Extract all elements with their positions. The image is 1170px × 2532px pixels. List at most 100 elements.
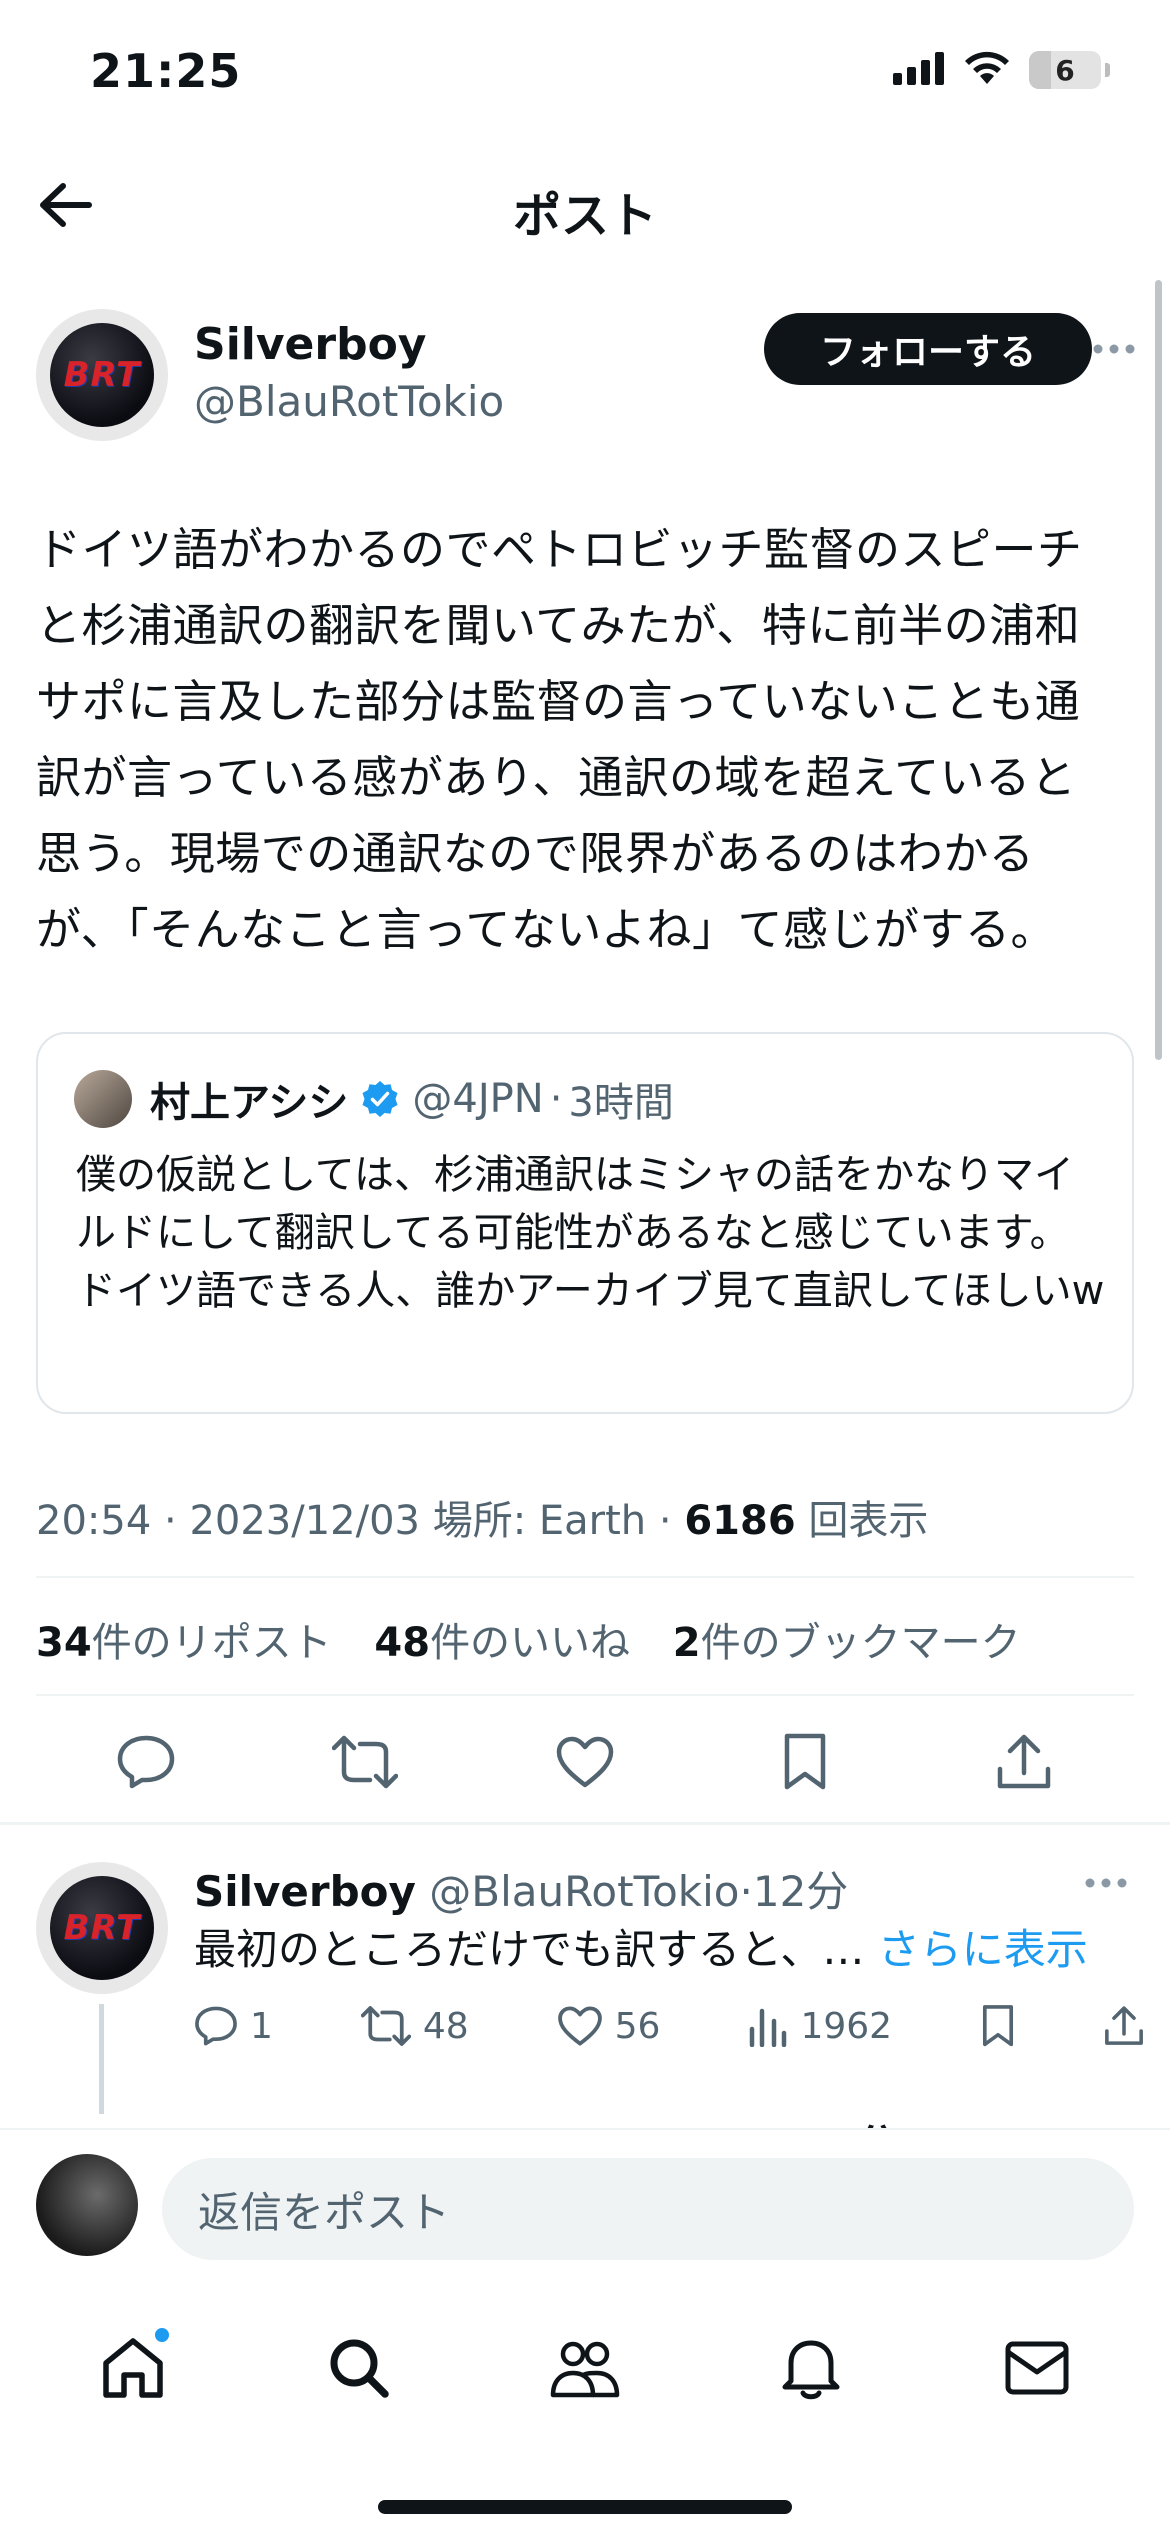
- reply-like-button[interactable]: 56: [557, 2005, 661, 2047]
- reply-repost-button[interactable]: 48: [360, 2005, 469, 2047]
- quote-time: 3時間: [568, 1080, 674, 1126]
- reply-header: Silverboy @BlauRotTokio·12分: [194, 1858, 848, 1919]
- more-options-button[interactable]: [1084, 329, 1144, 369]
- heart-icon: [556, 1736, 614, 1788]
- author-name[interactable]: Silverboy: [194, 319, 426, 370]
- reply-button[interactable]: [106, 1722, 186, 1802]
- status-time: 21:25: [90, 44, 242, 98]
- heart-icon: [557, 2006, 602, 2046]
- views-count: 6186: [684, 1498, 796, 1544]
- post-text-line: と杉浦通訳の翻訳を聞いてみたが、特に前半の浦和: [36, 599, 1081, 652]
- reply-reply-button[interactable]: 1: [194, 2005, 273, 2047]
- reposts-stat[interactable]: 34件のリポスト: [36, 1620, 332, 1666]
- wifi-icon: [963, 50, 1011, 90]
- post-date: 2023/12/03: [189, 1498, 420, 1544]
- post-text-line: 訳が言っている感があり、通訳の域を超えていると: [36, 751, 1077, 804]
- search-icon: [330, 2339, 389, 2398]
- reply-share-button[interactable]: [1104, 2005, 1144, 2047]
- bottom-tab-bar: [0, 2288, 1170, 2448]
- share-icon: [1105, 2006, 1143, 2045]
- more-horizontal-icon: [1085, 1878, 1127, 1888]
- reply-text: 最初のところだけでも訳すると、… さらに表示: [194, 1916, 1088, 1977]
- reply-text-content: 最初のところだけでも訳すると、…: [194, 1925, 865, 1974]
- home-icon: [103, 2338, 163, 2398]
- post-location[interactable]: 場所: Earth: [433, 1498, 646, 1544]
- post-text: ドイツ語がわかるのでペトロビッチ監督のスピーチ と杉浦通訳の翻訳を聞いてみたが、…: [36, 512, 1136, 968]
- bookmark-button[interactable]: [765, 1722, 845, 1802]
- post-stats: 34件のリポスト 48件のいいね 2件のブックマーク: [36, 1610, 1051, 1668]
- repost-button[interactable]: [325, 1722, 405, 1802]
- cellular-signal-icon: [893, 51, 945, 89]
- thread-line: [99, 2004, 104, 2114]
- home-indicator: [378, 2500, 792, 2514]
- notifications-tab[interactable]: [766, 2323, 856, 2413]
- communities-icon: [550, 2341, 620, 2398]
- follow-button[interactable]: フォローする: [764, 313, 1092, 385]
- quote-header: 村上アシシ @4JPN · 3時間: [150, 1070, 674, 1128]
- communities-tab[interactable]: [540, 2323, 630, 2413]
- avatar[interactable]: BRT: [36, 1862, 168, 1994]
- reply-views-button[interactable]: 1962: [748, 2005, 892, 2047]
- reply-bookmark-button[interactable]: [980, 2004, 1016, 2048]
- post-text-line: ドイツ語がわかるのでペトロビッチ監督のスピーチ: [36, 523, 1083, 576]
- divider: [0, 1822, 1170, 1825]
- reply-actions: 1 48 56 1962: [194, 2004, 1144, 2048]
- repost-count: 48: [422, 2005, 469, 2047]
- reply-composer: 返信をポスト: [0, 2128, 1170, 2288]
- post-meta: 20:54 · 2023/12/03 場所: Earth · 6186 回表示: [36, 1488, 928, 1546]
- repost-icon: [360, 2006, 411, 2046]
- divider: [36, 1576, 1134, 1578]
- repost-icon: [332, 1735, 399, 1789]
- bookmark-icon: [982, 2005, 1014, 2047]
- post-actions: [36, 1722, 1134, 1802]
- share-icon: [997, 1734, 1051, 1789]
- header: ポスト: [0, 150, 1170, 262]
- reply-icon: [117, 1735, 175, 1789]
- reply-input[interactable]: 返信をポスト: [162, 2158, 1134, 2260]
- scrollbar[interactable]: [1155, 280, 1162, 1060]
- home-tab[interactable]: [88, 2323, 178, 2413]
- quoted-post[interactable]: 村上アシシ @4JPN · 3時間 僕の仮説としては、杉浦通訳はミシャの話をかな…: [36, 1032, 1134, 1414]
- analytics-icon: [750, 2008, 787, 2047]
- share-button[interactable]: [984, 1722, 1064, 1802]
- separator-dot: ·: [549, 1076, 563, 1122]
- reply-icon: [195, 2006, 237, 2046]
- avatar-logo: BRT: [50, 323, 154, 427]
- bell-icon: [782, 2340, 840, 2400]
- show-more-link[interactable]: さらに表示: [878, 1925, 1088, 1974]
- quote-author-handle: @4JPN: [412, 1076, 544, 1122]
- status-icons: 6: [893, 50, 1110, 90]
- post-author: BRT Silverboy @BlauRotTokio フォローする: [36, 305, 1136, 445]
- likes-stat[interactable]: 48件のいいね: [374, 1620, 630, 1666]
- current-user-avatar[interactable]: [36, 2154, 138, 2256]
- bookmarks-stat[interactable]: 2件のブックマーク: [673, 1620, 1021, 1666]
- status-bar: 21:25 6: [0, 0, 1170, 150]
- divider: [36, 1694, 1134, 1696]
- battery-nub: [1105, 63, 1110, 77]
- views-count: 1962: [800, 2005, 893, 2047]
- like-button[interactable]: [545, 1722, 625, 1802]
- post-text-line: サポに言及した部分は監督の言っていないことも通: [36, 675, 1081, 728]
- quote-text: 僕の仮説としては、杉浦通訳はミシャの話をかなりマイルドにして翻訳してる可能性があ…: [76, 1152, 1105, 1314]
- reply-author-name[interactable]: Silverboy: [194, 1867, 416, 1916]
- separator-dot: ·: [164, 1498, 190, 1544]
- views-label: 回表示: [808, 1498, 929, 1544]
- author-handle[interactable]: @BlauRotTokio: [194, 377, 504, 426]
- post-text-line: 思う。現場での通訳なので限界があるのはわかる: [36, 827, 1035, 880]
- avatar-logo: BRT: [50, 1876, 154, 1980]
- like-count: 56: [614, 2005, 661, 2047]
- separator-dot: ·: [739, 1867, 753, 1916]
- post-text-line: が、「そんなこと言ってないよね」て感じがする。: [36, 903, 1056, 956]
- page-title: ポスト: [512, 188, 657, 244]
- notification-dot: [152, 2325, 172, 2345]
- quote-author-name: 村上アシシ: [150, 1080, 349, 1126]
- messages-tab[interactable]: [992, 2323, 1082, 2413]
- mail-icon: [1005, 2341, 1069, 2395]
- reply-time: 12分: [752, 1867, 849, 1916]
- bookmark-icon: [784, 1733, 825, 1790]
- search-tab[interactable]: [314, 2323, 404, 2413]
- more-options-button[interactable]: [1084, 1874, 1128, 1893]
- reply-post[interactable]: BRT Silverboy @BlauRotTokio·12分 最初のところだけ…: [36, 1854, 1143, 2114]
- avatar[interactable]: BRT: [36, 309, 168, 441]
- reply-author-handle[interactable]: @BlauRotTokio: [429, 1867, 739, 1916]
